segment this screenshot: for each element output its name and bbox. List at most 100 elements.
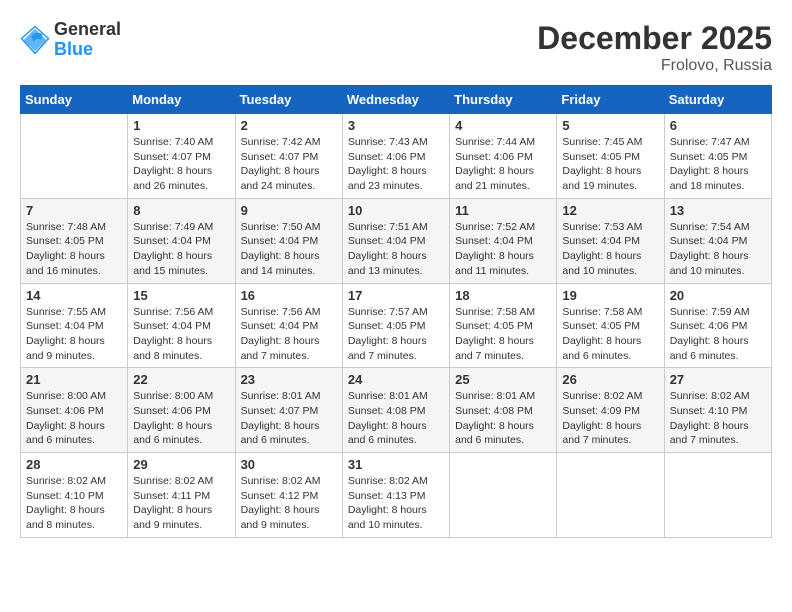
day-info: Sunrise: 7:44 AMSunset: 4:06 PMDaylight:… <box>455 135 551 194</box>
day-info: Sunrise: 7:45 AMSunset: 4:05 PMDaylight:… <box>562 135 658 194</box>
day-number: 29 <box>133 457 229 472</box>
day-info: Sunrise: 8:00 AMSunset: 4:06 PMDaylight:… <box>26 389 122 448</box>
day-info: Sunrise: 8:02 AMSunset: 4:09 PMDaylight:… <box>562 389 658 448</box>
calendar-cell: 10Sunrise: 7:51 AMSunset: 4:04 PMDayligh… <box>342 198 449 283</box>
logo-blue: Blue <box>54 40 121 60</box>
calendar-cell <box>557 453 664 538</box>
day-number: 9 <box>241 203 337 218</box>
day-info: Sunrise: 7:58 AMSunset: 4:05 PMDaylight:… <box>562 305 658 364</box>
logo: General Blue <box>20 20 121 60</box>
calendar-cell: 26Sunrise: 8:02 AMSunset: 4:09 PMDayligh… <box>557 368 664 453</box>
day-info: Sunrise: 7:40 AMSunset: 4:07 PMDaylight:… <box>133 135 229 194</box>
header-row: SundayMondayTuesdayWednesdayThursdayFrid… <box>21 86 772 114</box>
day-number: 24 <box>348 372 444 387</box>
day-number: 13 <box>670 203 766 218</box>
day-number: 31 <box>348 457 444 472</box>
header-wednesday: Wednesday <box>342 86 449 114</box>
calendar-cell <box>450 453 557 538</box>
day-number: 18 <box>455 288 551 303</box>
calendar-cell: 8Sunrise: 7:49 AMSunset: 4:04 PMDaylight… <box>128 198 235 283</box>
day-number: 8 <box>133 203 229 218</box>
day-number: 10 <box>348 203 444 218</box>
calendar-title: December 2025 <box>537 20 772 57</box>
calendar-cell: 15 Sunrise: 7:56 AMSunset: 4:04 PMDayligh… <box>128 283 235 368</box>
day-info: Sunrise: 8:01 AMSunset: 4:08 PMDaylight:… <box>348 389 444 448</box>
calendar-cell: 30 Sunrise: 8:02 AMSunset: 4:12 PMDayligh… <box>235 453 342 538</box>
calendar-cell: 22Sunrise: 8:00 AMSunset: 4:06 PMDayligh… <box>128 368 235 453</box>
day-number: 15 <box>133 288 229 303</box>
header-tuesday: Tuesday <box>235 86 342 114</box>
logo-general: General <box>54 20 121 40</box>
calendar-cell <box>664 453 771 538</box>
day-number: 27 <box>670 372 766 387</box>
logo-text: General Blue <box>54 20 121 60</box>
day-info: Sunrise: 7:56 AMSunset: 4:04 PMDaylight:… <box>133 305 229 364</box>
calendar-table: SundayMondayTuesdayWednesdayThursdayFrid… <box>20 85 772 538</box>
calendar-cell: 27 Sunrise: 8:02 AMSunset: 4:10 PMDayligh… <box>664 368 771 453</box>
header-friday: Friday <box>557 86 664 114</box>
day-number: 23 <box>241 372 337 387</box>
day-number: 11 <box>455 203 551 218</box>
day-info: Sunrise: 7:57 AMSunset: 4:05 PMDaylight:… <box>348 305 444 364</box>
header-saturday: Saturday <box>664 86 771 114</box>
calendar-cell <box>21 114 128 199</box>
day-info: Sunrise: 7:43 AMSunset: 4:06 PMDaylight:… <box>348 135 444 194</box>
day-info: Sunrise: 8:01 AMSunset: 4:08 PMDaylight:… <box>455 389 551 448</box>
calendar-cell: 13 Sunrise: 7:54 AMSunset: 4:04 PMDayligh… <box>664 198 771 283</box>
page-header: General Blue December 2025 Frolovo, Russ… <box>20 20 772 75</box>
day-info: Sunrise: 8:02 AMSunset: 4:12 PMDaylight:… <box>241 474 337 533</box>
week-row-1: 1 Sunrise: 7:40 AMSunset: 4:07 PMDaylight… <box>21 114 772 199</box>
day-number: 28 <box>26 457 122 472</box>
calendar-cell: 16Sunrise: 7:56 AMSunset: 4:04 PMDayligh… <box>235 283 342 368</box>
logo-icon <box>20 25 50 55</box>
header-thursday: Thursday <box>450 86 557 114</box>
calendar-cell: 4 Sunrise: 7:44 AMSunset: 4:06 PMDaylight… <box>450 114 557 199</box>
calendar-cell: 9Sunrise: 7:50 AMSunset: 4:04 PMDaylight… <box>235 198 342 283</box>
calendar-cell: 14Sunrise: 7:55 AMSunset: 4:04 PMDayligh… <box>21 283 128 368</box>
day-number: 17 <box>348 288 444 303</box>
week-row-4: 21Sunrise: 8:00 AMSunset: 4:06 PMDayligh… <box>21 368 772 453</box>
day-number: 20 <box>670 288 766 303</box>
calendar-cell: 21Sunrise: 8:00 AMSunset: 4:06 PMDayligh… <box>21 368 128 453</box>
calendar-cell: 2 Sunrise: 7:42 AMSunset: 4:07 PMDaylight… <box>235 114 342 199</box>
calendar-cell: 12Sunrise: 7:53 AMSunset: 4:04 PMDayligh… <box>557 198 664 283</box>
day-number: 2 <box>241 118 337 133</box>
calendar-cell: 11 Sunrise: 7:52 AMSunset: 4:04 PMDayligh… <box>450 198 557 283</box>
day-info: Sunrise: 7:56 AMSunset: 4:04 PMDaylight:… <box>241 305 337 364</box>
day-number: 6 <box>670 118 766 133</box>
day-info: Sunrise: 8:02 AMSunset: 4:11 PMDaylight:… <box>133 474 229 533</box>
week-row-2: 7Sunrise: 7:48 AMSunset: 4:05 PMDaylight… <box>21 198 772 283</box>
calendar-cell: 1 Sunrise: 7:40 AMSunset: 4:07 PMDaylight… <box>128 114 235 199</box>
title-block: December 2025 Frolovo, Russia <box>537 20 772 75</box>
day-info: Sunrise: 7:53 AMSunset: 4:04 PMDaylight:… <box>562 220 658 279</box>
week-row-5: 28 Sunrise: 8:02 AMSunset: 4:10 PMDayligh… <box>21 453 772 538</box>
week-row-3: 14Sunrise: 7:55 AMSunset: 4:04 PMDayligh… <box>21 283 772 368</box>
calendar-cell: 31 Sunrise: 8:02 AMSunset: 4:13 PMDayligh… <box>342 453 449 538</box>
day-number: 1 <box>133 118 229 133</box>
calendar-cell: 6 Sunrise: 7:47 AMSunset: 4:05 PMDaylight… <box>664 114 771 199</box>
day-number: 3 <box>348 118 444 133</box>
day-info: Sunrise: 8:02 AMSunset: 4:10 PMDaylight:… <box>670 389 766 448</box>
calendar-cell: 3 Sunrise: 7:43 AMSunset: 4:06 PMDaylight… <box>342 114 449 199</box>
header-sunday: Sunday <box>21 86 128 114</box>
day-info: Sunrise: 7:54 AMSunset: 4:04 PMDaylight:… <box>670 220 766 279</box>
day-number: 4 <box>455 118 551 133</box>
calendar-cell: 5 Sunrise: 7:45 AMSunset: 4:05 PMDaylight… <box>557 114 664 199</box>
day-info: Sunrise: 8:02 AMSunset: 4:13 PMDaylight:… <box>348 474 444 533</box>
calendar-cell: 24 Sunrise: 8:01 AMSunset: 4:08 PMDayligh… <box>342 368 449 453</box>
calendar-cell: 20Sunrise: 7:59 AMSunset: 4:06 PMDayligh… <box>664 283 771 368</box>
day-info: Sunrise: 7:42 AMSunset: 4:07 PMDaylight:… <box>241 135 337 194</box>
calendar-cell: 28 Sunrise: 8:02 AMSunset: 4:10 PMDayligh… <box>21 453 128 538</box>
day-info: Sunrise: 7:47 AMSunset: 4:05 PMDaylight:… <box>670 135 766 194</box>
calendar-cell: 7Sunrise: 7:48 AMSunset: 4:05 PMDaylight… <box>21 198 128 283</box>
day-info: Sunrise: 7:52 AMSunset: 4:04 PMDaylight:… <box>455 220 551 279</box>
day-number: 5 <box>562 118 658 133</box>
calendar-cell: 29 Sunrise: 8:02 AMSunset: 4:11 PMDayligh… <box>128 453 235 538</box>
day-number: 30 <box>241 457 337 472</box>
calendar-cell: 23Sunrise: 8:01 AMSunset: 4:07 PMDayligh… <box>235 368 342 453</box>
day-info: Sunrise: 8:02 AMSunset: 4:10 PMDaylight:… <box>26 474 122 533</box>
day-info: Sunrise: 7:58 AMSunset: 4:05 PMDaylight:… <box>455 305 551 364</box>
header-monday: Monday <box>128 86 235 114</box>
day-info: Sunrise: 7:55 AMSunset: 4:04 PMDaylight:… <box>26 305 122 364</box>
day-number: 22 <box>133 372 229 387</box>
